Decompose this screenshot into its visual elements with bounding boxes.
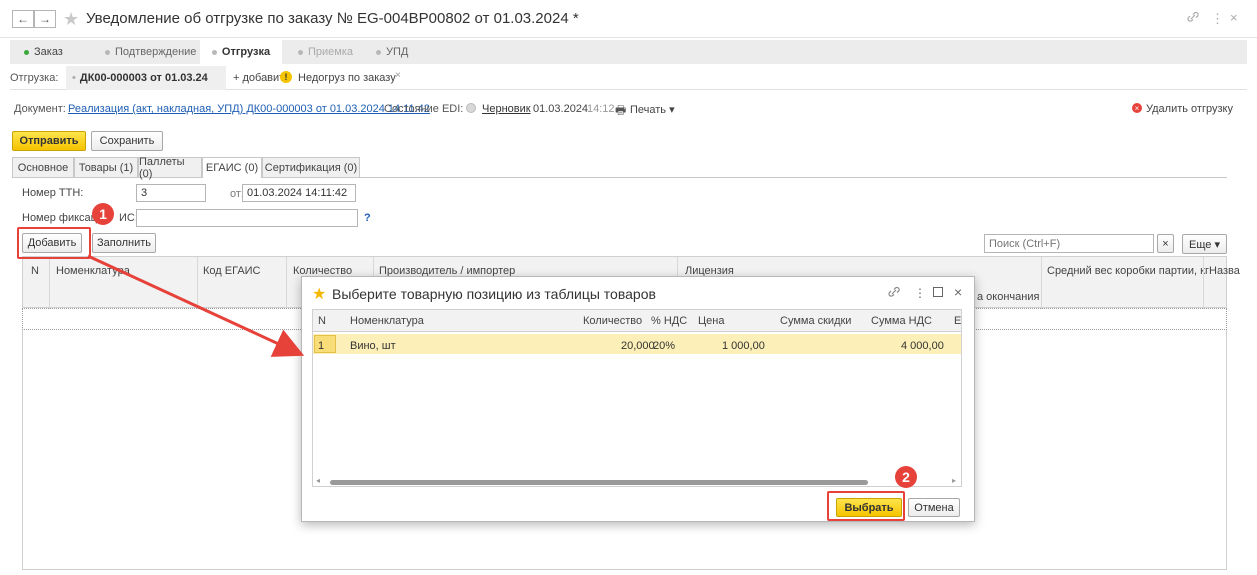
- annotation-arrow: [87, 254, 305, 357]
